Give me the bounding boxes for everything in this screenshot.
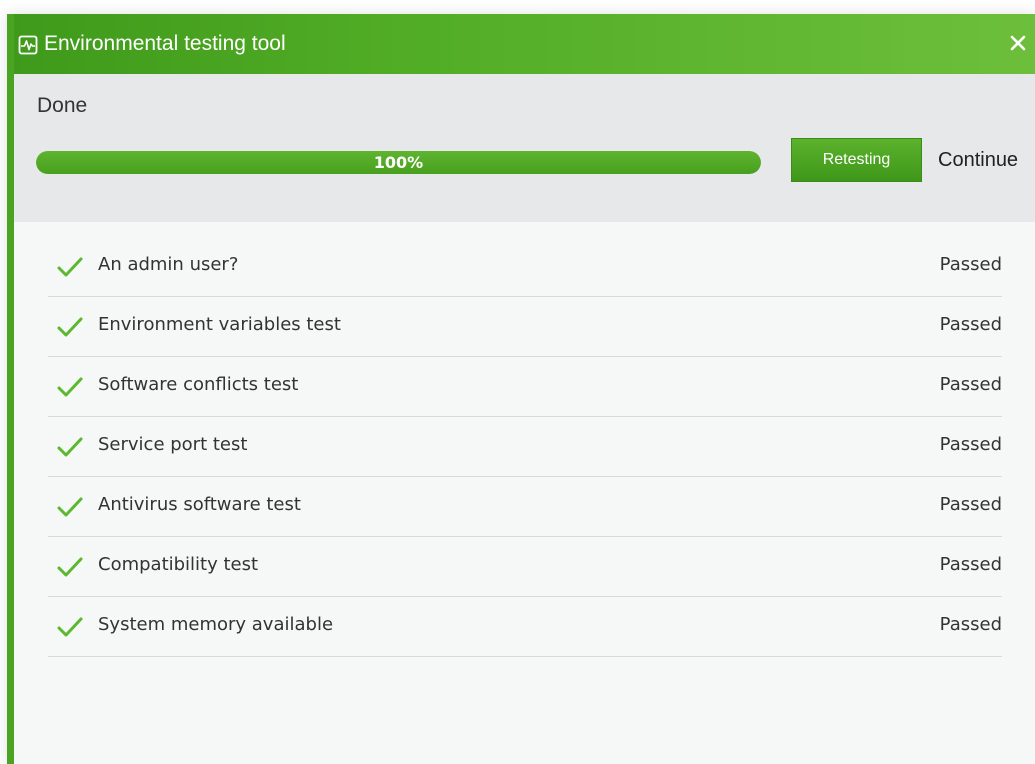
- close-button[interactable]: [1005, 30, 1031, 56]
- test-status: Passed: [939, 434, 1002, 455]
- status-panel: Done 100% Retesting Continue: [14, 74, 1035, 222]
- test-status: Passed: [939, 314, 1002, 335]
- test-status: Passed: [939, 374, 1002, 395]
- test-status: Passed: [939, 254, 1002, 275]
- test-results-list: An admin user? Passed Environment variab…: [48, 238, 1002, 658]
- test-row: Service port test Passed: [48, 418, 1002, 477]
- check-icon: [57, 497, 83, 517]
- test-status: Passed: [939, 494, 1002, 515]
- check-icon: [57, 257, 83, 277]
- title-bar[interactable]: Environmental testing tool: [14, 14, 1035, 74]
- window-title: Environmental testing tool: [44, 32, 286, 55]
- test-row: Software conflicts test Passed: [48, 358, 1002, 417]
- test-name: Antivirus software test: [98, 494, 301, 515]
- continue-button[interactable]: Continue: [938, 138, 1018, 182]
- test-row: An admin user? Passed: [48, 238, 1002, 297]
- progress-label: 100%: [373, 153, 424, 172]
- check-icon: [57, 557, 83, 577]
- progress-bar: 100%: [36, 151, 761, 174]
- test-name: Software conflicts test: [98, 374, 299, 395]
- check-icon: [57, 617, 83, 637]
- test-row: Environment variables test Passed: [48, 298, 1002, 357]
- monitor-pulse-icon: [18, 35, 38, 55]
- test-status: Passed: [939, 614, 1002, 635]
- close-icon: [1010, 35, 1026, 51]
- test-row: Antivirus software test Passed: [48, 478, 1002, 537]
- test-name: Compatibility test: [98, 554, 259, 575]
- test-name: Environment variables test: [98, 314, 341, 335]
- test-row: Compatibility test Passed: [48, 538, 1002, 597]
- status-text: Done: [37, 94, 88, 117]
- test-name: System memory available: [98, 614, 334, 635]
- test-row: System memory available Passed: [48, 598, 1002, 657]
- test-name: An admin user?: [98, 254, 239, 275]
- test-status: Passed: [939, 554, 1002, 575]
- check-icon: [57, 377, 83, 397]
- retesting-button[interactable]: Retesting: [791, 138, 922, 182]
- check-icon: [57, 437, 83, 457]
- environment-test-window: Environmental testing tool Done 100% Ret…: [7, 14, 1035, 764]
- check-icon: [57, 317, 83, 337]
- test-name: Service port test: [98, 434, 248, 455]
